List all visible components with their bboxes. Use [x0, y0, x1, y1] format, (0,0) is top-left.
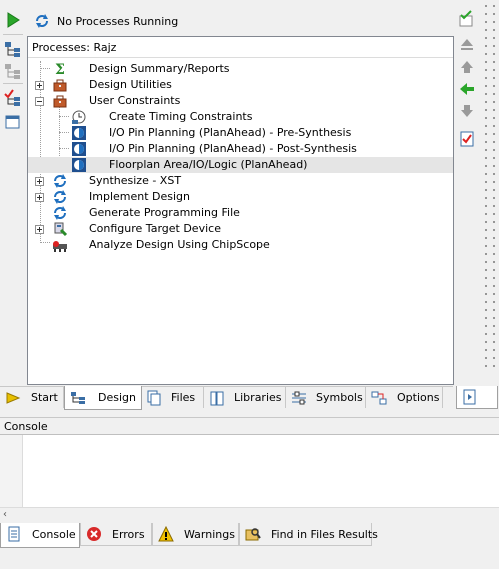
- find-in-files-icon: [245, 526, 261, 542]
- dotted-splitter[interactable]: [480, 0, 496, 372]
- check-list-icon[interactable]: [458, 10, 476, 28]
- sigma-icon: Σ: [52, 61, 68, 78]
- project-name: Rajz: [93, 41, 117, 54]
- warning-icon: [158, 525, 174, 542]
- tab-libraries[interactable]: Libraries: [204, 387, 286, 408]
- tree-item-generate-programming-file[interactable]: Generate Programming File: [28, 205, 453, 221]
- tab-find-in-files[interactable]: Find in Files Results: [239, 523, 378, 546]
- tree-item-configure-target-device[interactable]: Configure Target Device: [28, 221, 453, 237]
- back-icon[interactable]: [458, 80, 476, 98]
- tree-item-create-timing-constraints[interactable]: Create Timing Constraints: [28, 109, 453, 125]
- symbols-icon: [291, 390, 307, 406]
- left-toolbar: [0, 0, 26, 385]
- tree-item-analyze-chipscope[interactable]: Analyze Design Using ChipScope: [28, 237, 453, 253]
- expand-icon[interactable]: [35, 177, 44, 186]
- expand-icon[interactable]: [35, 193, 44, 202]
- planahead-icon: [71, 157, 87, 173]
- expand-icon[interactable]: [35, 225, 44, 234]
- expand-icon[interactable]: [35, 81, 44, 90]
- tab-design[interactable]: Design: [64, 386, 142, 410]
- clock-icon: [71, 109, 87, 125]
- processes-title: Processes: Rajz: [32, 41, 116, 54]
- toolbox-icon: [52, 93, 68, 109]
- tree-item-user-constraints[interactable]: User Constraints: [28, 93, 453, 109]
- toolbar-separator: [3, 34, 23, 35]
- processes-panel: Processes: Rajz Σ Design Summary/Reports…: [27, 36, 454, 385]
- planahead-icon: [71, 141, 87, 157]
- tree-item-floorplan-area[interactable]: Floorplan Area/IO/Logic (PlanAhead): [28, 157, 453, 173]
- move-down-icon[interactable]: [458, 102, 476, 120]
- process-cycle-icon: [52, 173, 68, 189]
- checklist-doc-icon[interactable]: [458, 130, 476, 148]
- tree-item-io-pin-pre-synthesis[interactable]: I/O Pin Planning (PlanAhead) - Pre-Synth…: [28, 125, 453, 141]
- tree-item-implement-design[interactable]: Implement Design: [28, 189, 453, 205]
- files-icon: [146, 390, 162, 406]
- tab-start[interactable]: Start: [0, 387, 64, 408]
- planahead-icon: [71, 125, 87, 141]
- process-cycle-icon: [52, 189, 68, 205]
- toolbar-separator: [3, 83, 23, 84]
- tab-view-toggle[interactable]: [456, 386, 498, 409]
- collapse-icon[interactable]: [35, 97, 44, 106]
- tab-options[interactable]: Options: [366, 387, 443, 408]
- tree-item-design-utilities[interactable]: Design Utilities: [28, 77, 453, 93]
- device-icon: [52, 221, 68, 237]
- tab-warnings[interactable]: Warnings: [152, 523, 239, 546]
- toolbox-icon: [52, 77, 68, 93]
- view-toggle-icon: [462, 389, 478, 408]
- console-gutter: [0, 435, 23, 507]
- chipscope-icon: [52, 237, 68, 253]
- move-top-icon[interactable]: [458, 36, 476, 54]
- window-bottom: [0, 548, 499, 569]
- process-cycle-icon: [52, 205, 68, 221]
- run-icon[interactable]: [4, 11, 22, 29]
- hierarchy-disabled-icon[interactable]: [4, 62, 22, 80]
- tab-files[interactable]: Files: [141, 387, 204, 408]
- scroll-left-icon[interactable]: ‹: [3, 509, 7, 520]
- process-status-bar: No Processes Running: [26, 4, 453, 32]
- libraries-icon: [209, 390, 225, 406]
- svg-text:Σ: Σ: [55, 62, 65, 77]
- tree-item-io-pin-post-synthesis[interactable]: I/O Pin Planning (PlanAhead) - Post-Synt…: [28, 141, 453, 157]
- processes-header: Processes: Rajz: [28, 37, 453, 58]
- refresh-icon: [34, 13, 50, 29]
- tab-errors[interactable]: Errors: [80, 523, 152, 546]
- design-tab-strip: Start Design Files Libraries Symbols Opt…: [0, 386, 453, 410]
- console-icon: [6, 526, 22, 542]
- tree-item-design-summary[interactable]: Σ Design Summary/Reports: [28, 61, 453, 78]
- start-icon: [5, 390, 21, 406]
- console-output[interactable]: ‹: [0, 434, 499, 522]
- hierarchy-icon[interactable]: [4, 40, 22, 58]
- window-icon[interactable]: [4, 113, 22, 131]
- check-hierarchy-icon[interactable]: [4, 89, 22, 107]
- tree-item-synthesize-xst[interactable]: Synthesize - XST: [28, 173, 453, 189]
- console-header: Console: [0, 417, 499, 434]
- tab-symbols[interactable]: Symbols: [286, 387, 366, 408]
- console-title: Console: [4, 420, 48, 433]
- move-up-icon[interactable]: [458, 58, 476, 76]
- bottom-tab-strip: Console Errors Warnings Find in Files Re…: [0, 523, 499, 548]
- tab-console[interactable]: Console: [0, 523, 80, 548]
- design-icon: [70, 389, 86, 405]
- console-horizontal-scrollbar[interactable]: ‹: [0, 507, 499, 522]
- options-icon: [371, 390, 387, 406]
- processes-label: Processes:: [32, 41, 90, 54]
- status-text: No Processes Running: [57, 15, 179, 28]
- error-icon: [86, 526, 102, 542]
- right-toolbar: [456, 8, 478, 158]
